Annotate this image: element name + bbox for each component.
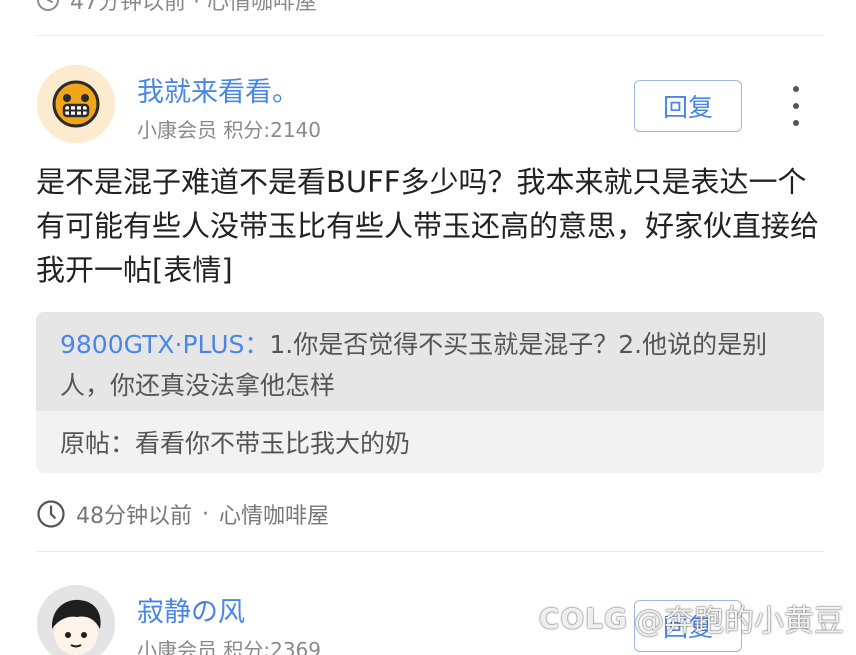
original-post-link[interactable]: 原帖：看看你不带玉比我大的奶 xyxy=(36,411,824,473)
grin-face-avatar-icon xyxy=(37,65,115,143)
watermark: COLG @奔跑的小黄豆 xyxy=(539,596,844,640)
cartoon-boy-avatar-icon xyxy=(37,585,115,655)
next-user-avatar[interactable] xyxy=(37,585,115,655)
quoted-reply: 9800GTX·PLUS：1.你是否觉得不买玉就是混子？2.他说的是别人，你还真… xyxy=(36,312,824,411)
post-time: 48分钟以前 xyxy=(76,504,192,529)
post-meta: 48分钟以前 · 心情咖啡屋 xyxy=(36,498,329,530)
previous-post-meta: 47分钟以前 · 心情咖啡屋 xyxy=(36,0,317,15)
clock-icon xyxy=(37,500,65,528)
post-section[interactable]: 心情咖啡屋 xyxy=(219,498,329,530)
original-post-text: 原帖：看看你不带玉比我大的奶 xyxy=(60,429,411,458)
next-post-user-info: 小康会员 积分:2369 xyxy=(137,638,321,655)
clock-icon xyxy=(37,0,59,11)
user-avatar[interactable] xyxy=(37,65,115,143)
more-options-icon[interactable] xyxy=(786,86,806,126)
post-user-info: 小康会员 积分:2140 xyxy=(137,118,321,142)
quoted-author[interactable]: 9800GTX·PLUS： xyxy=(60,330,269,359)
post-divider xyxy=(36,551,824,552)
post-username[interactable]: 我就来看看。 xyxy=(137,70,299,109)
next-post-username[interactable]: 寂静の风 xyxy=(137,590,245,629)
previous-post-meta-text: 47分钟以前 · 心情咖啡屋 xyxy=(70,0,317,15)
watermark-logo: COLG xyxy=(538,601,628,635)
reply-button[interactable]: 回复 xyxy=(634,80,742,132)
watermark-text: @奔跑的小黄豆 xyxy=(634,604,844,639)
post-divider xyxy=(36,35,824,36)
meta-separator: · xyxy=(202,501,209,527)
quoted-reply-box[interactable]: 9800GTX·PLUS：1.你是否觉得不买玉就是混子？2.他说的是别人，你还真… xyxy=(36,312,824,473)
post-content: 是不是混子难道不是看BUFF多少吗？我本来就只是表达一个有可能有些人没带玉比有些… xyxy=(36,165,820,287)
forum-thread-page: 47分钟以前 · 心情咖啡屋 我就来看看。 小康会员 积分:2140 回复 是不… xyxy=(0,0,856,655)
